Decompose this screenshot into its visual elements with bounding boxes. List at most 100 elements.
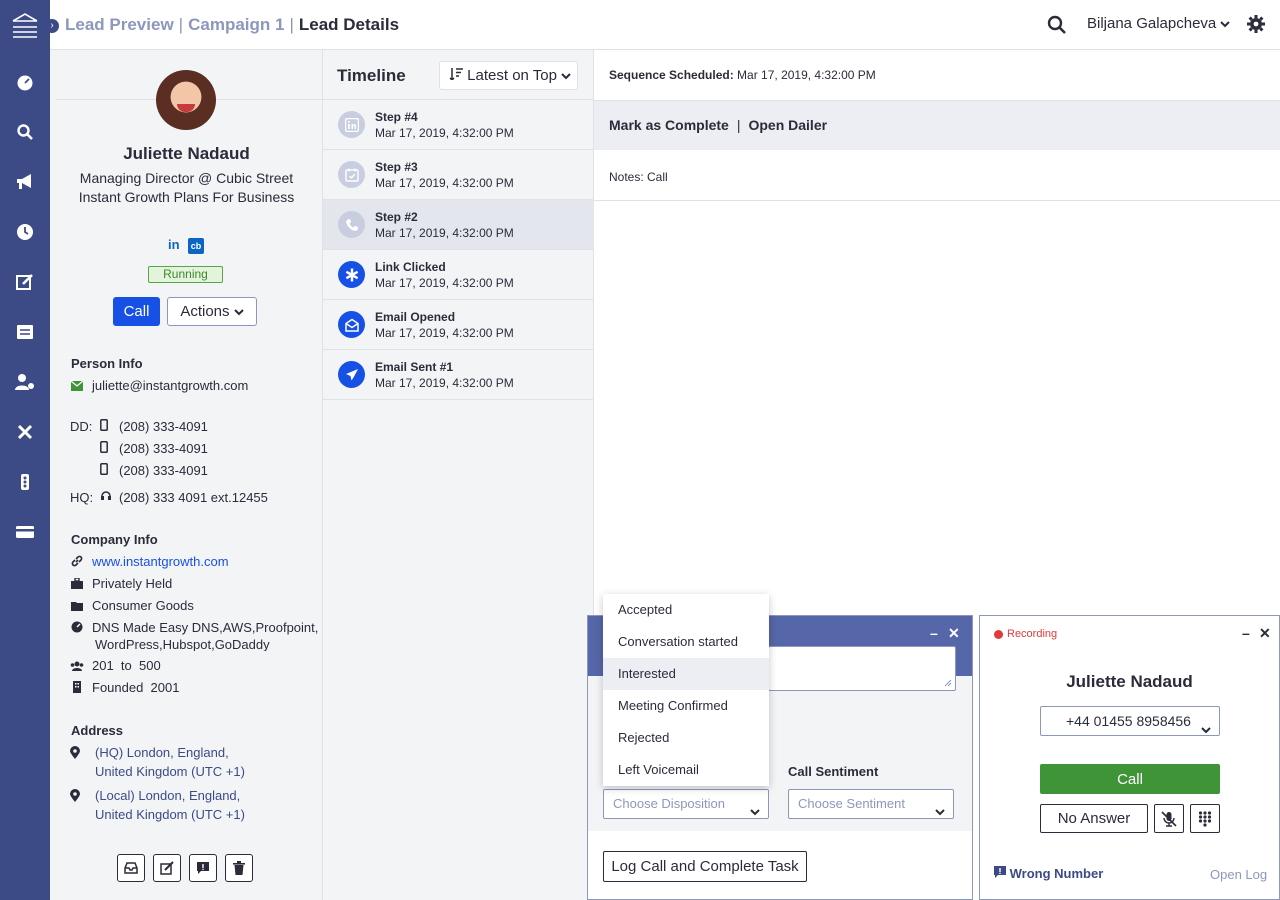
edit-icon[interactable] [15,272,35,292]
timeline-item-title: Link Clicked [375,260,446,274]
timeline-item[interactable]: Email Opened Mar 17, 2019, 4:32:00 PM [323,300,594,350]
mobile-icon [100,463,114,478]
megaphone-icon[interactable] [15,172,35,192]
timeline-item[interactable]: Link Clicked Mar 17, 2019, 4:32:00 PM [323,250,594,300]
search-icon[interactable] [1047,15,1067,38]
sentiment-select[interactable]: Choose Sentiment [788,789,954,819]
tech-line-1: DNS Made Easy DNS,AWS,Proofpoint, [92,620,319,635]
clock-icon[interactable] [15,222,35,242]
lead-action-bar [117,854,253,882]
disposition-select[interactable]: Choose Disposition [603,789,769,819]
timeline-item[interactable]: Step #4 Mar 17, 2019, 4:32:00 PM [323,100,594,150]
ownership-value: Privately Held [92,576,173,591]
timeline-item[interactable]: Step #2 Mar 17, 2019, 4:32:00 PM [323,200,594,250]
sequence-scheduled: Sequence Scheduled: Mar 17, 2019, 4:32:0… [609,68,876,82]
sort-value: Latest on Top [467,67,557,84]
log-call-complete-button[interactable]: Log Call and Complete Task [603,851,807,882]
expand-nav-icon[interactable]: › [45,19,59,33]
chevron-down-icon [1220,15,1231,32]
linkedin-step-icon [338,111,365,138]
chevron-down-icon [935,798,945,826]
map-pin-icon [70,746,80,762]
traffic-light-icon[interactable] [15,472,35,492]
call-button[interactable]: Call [113,297,160,326]
timeline-item-title: Step #4 [375,110,418,124]
keypad-icon[interactable] [1190,804,1220,833]
open-log-link[interactable]: Open Log [1210,867,1267,882]
mobile-icon [100,419,114,434]
crunchbase-icon[interactable]: cb [188,238,204,254]
lead-name: Juliette Nadaud [123,144,250,163]
feedback-icon[interactable] [189,854,217,882]
status-badge: Running [148,266,223,283]
dialer-number-select[interactable]: +44 01455 8958456 [1040,706,1220,736]
dialer-call-button[interactable]: Call [1040,764,1220,794]
founded-row: Founded 2001 [70,680,179,696]
open-dialer-link[interactable]: Open Dailer [748,117,827,133]
phone-value[interactable]: (208) 333-4091 [119,441,208,456]
hq-address[interactable]: (HQ) London, England, United Kingdom (UTC… [95,743,245,781]
resize-handle-icon[interactable] [944,679,952,687]
user-menu[interactable]: Biljana Galapcheva [1087,15,1231,32]
email-value[interactable]: juliette@instantgrowth.com [92,378,248,393]
disposition-option[interactable]: Interested [603,658,769,690]
dashboard-icon[interactable] [15,72,35,92]
timeline-item[interactable]: Step #3 Mar 17, 2019, 4:32:00 PM [323,150,594,200]
close-icon[interactable]: ✕ [948,625,960,642]
hq-address-line-1: (HQ) London, England, [95,745,229,760]
close-icon[interactable]: ✕ [1259,625,1271,642]
task-action-bar: Mark as Complete | Open Dailer [594,101,1280,150]
gear-icon[interactable] [1247,15,1265,36]
mobile-icon [100,441,114,456]
disposition-option[interactable]: Left Voicemail [603,754,769,786]
search-icon[interactable] [15,122,35,142]
actions-dropdown-button[interactable]: Actions [167,297,257,326]
tasks-icon[interactable] [15,322,35,342]
tools-icon[interactable] [15,422,35,442]
phone-value[interactable]: (208) 333-4091 [119,419,208,434]
wrong-number-link[interactable]: Wrong Number [994,866,1103,881]
timeline-sort-select[interactable]: Latest on Top [439,61,578,90]
edit-icon[interactable] [153,854,181,882]
divider [594,200,1280,201]
breadcrumb-current: Lead Details [298,15,400,34]
breadcrumb-lead-preview[interactable]: Lead Preview [65,15,174,34]
alert-comment-icon [994,866,1006,881]
linkedin-icon[interactable]: in [168,238,182,252]
trash-icon[interactable] [225,854,253,882]
social-links: in cb [168,238,204,254]
minimize-icon[interactable]: – [930,625,938,641]
email-row: juliette@instantgrowth.com [70,378,248,394]
hq-phone-value[interactable]: (208) 333 4091 ext.12455 [119,490,268,505]
tech-row-continued: WordPress,Hubspot,GoDaddy [95,637,270,651]
disposition-option[interactable]: Rejected [603,722,769,754]
mute-icon[interactable] [1154,804,1184,833]
dialer-contact-name: Juliette Nadaud [1066,672,1193,691]
mark-complete-link[interactable]: Mark as Complete [609,117,729,133]
timeline-item-time: Mar 17, 2019, 4:32:00 PM [375,126,514,140]
user-settings-icon[interactable] [15,372,35,392]
website-link[interactable]: www.instantgrowth.com [92,554,229,569]
card-icon[interactable] [15,522,35,542]
paper-plane-icon [338,361,365,388]
inbox-icon[interactable] [117,854,145,882]
breadcrumb-campaign[interactable]: Campaign 1 [188,15,284,34]
actions-label: Actions [180,303,230,320]
disposition-option[interactable]: Accepted [603,594,769,626]
timeline-item-title: Email Sent #1 [375,360,454,374]
local-address[interactable]: (Local) London, England, United Kingdom (… [95,786,245,824]
app-logo[interactable] [11,12,39,42]
chevron-down-icon [750,798,760,826]
sequence-label: Sequence Scheduled: [609,68,734,82]
no-answer-button[interactable]: No Answer [1040,804,1148,833]
call-notes-textarea[interactable] [768,646,956,691]
sort-icon [449,67,463,84]
tech-line-2: WordPress,Hubspot,GoDaddy [95,637,270,651]
timeline-item[interactable]: Email Sent #1 Mar 17, 2019, 4:32:00 PM [323,350,594,400]
disposition-placeholder: Choose Disposition [613,796,726,811]
phone-value[interactable]: (208) 333-4091 [119,463,208,478]
disposition-option[interactable]: Conversation started [603,626,769,658]
hq-label: HQ: [70,490,94,505]
disposition-option[interactable]: Meeting Confirmed [603,690,769,722]
minimize-icon[interactable]: – [1242,625,1250,641]
